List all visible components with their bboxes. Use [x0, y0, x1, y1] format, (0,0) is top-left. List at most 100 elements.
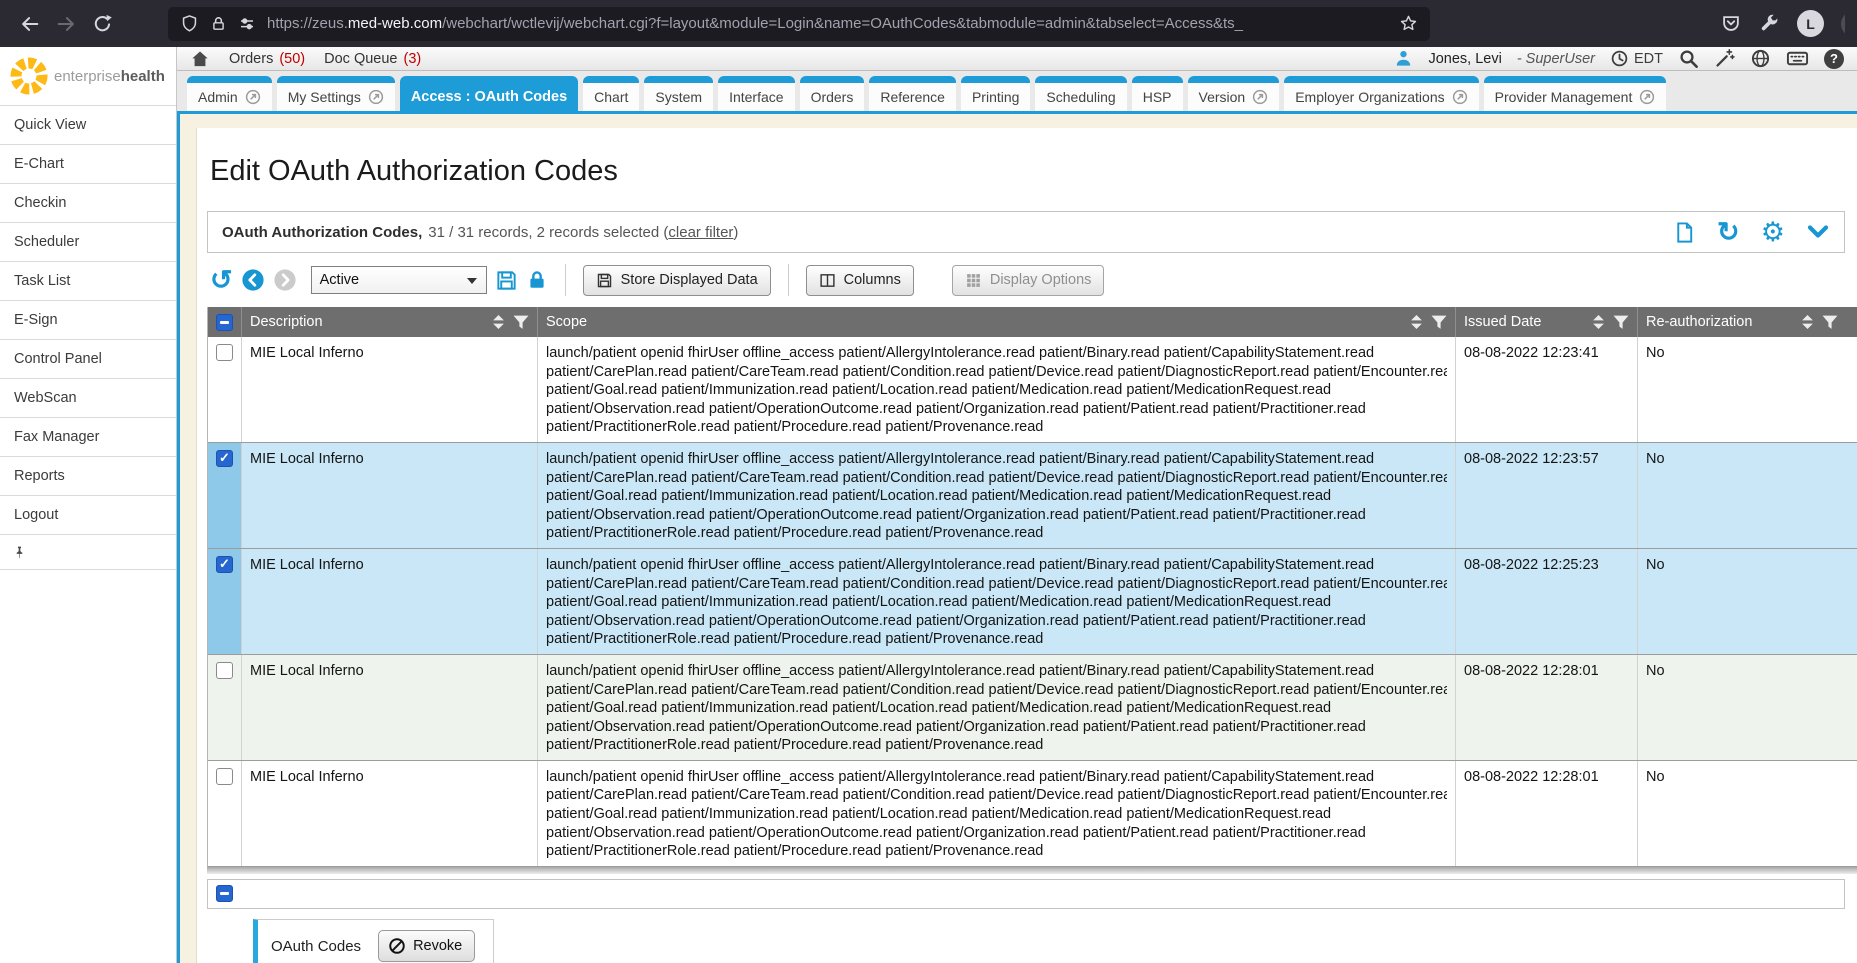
column-header-re-authorization[interactable]: Re-authorization	[1637, 307, 1857, 337]
browser-back-button[interactable]	[12, 7, 48, 41]
filter-icon[interactable]	[1431, 315, 1447, 330]
status-filter-select[interactable]: Active	[311, 266, 487, 294]
sidebar-item-fax-manager[interactable]: Fax Manager	[0, 417, 176, 456]
sidebar-item-webscan[interactable]: WebScan	[0, 378, 176, 417]
row-checkbox[interactable]	[216, 768, 233, 785]
tab-admin[interactable]: Admin	[187, 76, 272, 111]
collapse-chevron-icon[interactable]	[1806, 220, 1830, 244]
gear-icon[interactable]	[1761, 219, 1785, 246]
address-bar[interactable]: https://zeus.med-web.com/webchart/wctlev…	[168, 7, 1430, 41]
sidebar-item-e-sign[interactable]: E-Sign	[0, 300, 176, 339]
tab-reference[interactable]: Reference	[869, 76, 956, 111]
tab-scheduling[interactable]: Scheduling	[1035, 76, 1126, 111]
tab-system[interactable]: System	[644, 76, 713, 111]
scope-line: patient/Goal.read patient/Immunization.r…	[546, 699, 1447, 718]
cell-re-authorization: No	[1637, 337, 1857, 442]
cell-issued-date: 08-08-2022 12:23:41	[1455, 337, 1637, 442]
bookmark-star-icon[interactable]	[1399, 14, 1418, 33]
sidebar-pin-row[interactable]	[0, 534, 176, 570]
tab-printing[interactable]: Printing	[961, 76, 1030, 111]
keyboard-icon[interactable]	[1786, 47, 1809, 70]
clock-icon	[1610, 49, 1629, 68]
cell-description: MIE Local Inferno	[241, 655, 537, 760]
refresh-icon[interactable]	[1717, 219, 1740, 246]
tab-access-oauth-codes[interactable]: Access : OAuth Codes	[400, 76, 578, 111]
user-name[interactable]: Jones, Levi	[1428, 51, 1501, 67]
save-filter-icon[interactable]	[495, 269, 518, 292]
tab-my-settings[interactable]: My Settings	[277, 76, 395, 111]
filter-icon[interactable]	[1822, 315, 1838, 330]
nav-orders[interactable]: Orders(50)	[229, 51, 305, 67]
pocket-icon[interactable]	[1720, 13, 1742, 35]
footer-select-all-checkbox[interactable]	[216, 885, 233, 902]
page-back-icon[interactable]	[241, 268, 265, 292]
permissions-icon[interactable]	[238, 15, 256, 33]
lock-filter-icon[interactable]	[526, 269, 548, 291]
columns-button[interactable]: Columns	[806, 265, 914, 296]
sort-icon[interactable]	[493, 315, 504, 329]
sort-icon[interactable]	[1802, 315, 1813, 329]
wrench-icon[interactable]	[1759, 13, 1780, 34]
search-icon[interactable]	[1678, 48, 1699, 69]
sidebar-item-e-chart[interactable]: E-Chart	[0, 144, 176, 183]
select-all-checkbox[interactable]	[216, 314, 233, 331]
revoke-button[interactable]: Revoke	[378, 930, 475, 962]
sidebar: enterprisehealth Quick View E-Chart Chec…	[0, 47, 177, 963]
tab-chart[interactable]: Chart	[583, 76, 639, 111]
tab-hsp[interactable]: HSP	[1132, 76, 1183, 111]
tab-bar: Admin My Settings Access : OAuth Codes C…	[177, 71, 1857, 114]
row-checkbox[interactable]	[216, 556, 233, 573]
tab-orders[interactable]: Orders	[800, 76, 865, 111]
sort-icon[interactable]	[1411, 315, 1422, 329]
column-header-issued-date[interactable]: Issued Date	[1455, 307, 1637, 337]
content-area: Edit OAuth Authorization Codes OAuth Aut…	[177, 114, 1857, 963]
row-checkbox[interactable]	[216, 344, 233, 361]
sidebar-item-reports[interactable]: Reports	[0, 456, 176, 495]
sidebar-item-task-list[interactable]: Task List	[0, 261, 176, 300]
undo-icon[interactable]	[210, 267, 233, 294]
browser-forward-button[interactable]	[48, 7, 84, 41]
scope-line: patient/CarePlan.read patient/CareTeam.r…	[546, 681, 1447, 700]
page-forward-icon[interactable]	[273, 268, 297, 292]
cell-scope: launch/patient openid fhirUser offline_a…	[537, 443, 1455, 548]
tab-version[interactable]: Version	[1188, 76, 1280, 111]
home-icon[interactable]	[190, 49, 210, 69]
help-icon[interactable]	[1824, 49, 1844, 69]
browser-reload-button[interactable]	[84, 7, 120, 41]
filter-icon[interactable]	[1613, 315, 1629, 330]
oauth-codes-tab[interactable]: OAuth Codes Revoke	[253, 919, 494, 963]
sidebar-item-checkin[interactable]: Checkin	[0, 183, 176, 222]
store-displayed-data-button[interactable]: Store Displayed Data	[583, 265, 771, 296]
timezone[interactable]: EDT	[1610, 49, 1663, 68]
nav-doc-queue[interactable]: Doc Queue(3)	[324, 51, 421, 67]
column-header-scope[interactable]: Scope	[537, 307, 1455, 337]
row-checkbox[interactable]	[216, 450, 233, 467]
sidebar-item-control-panel[interactable]: Control Panel	[0, 339, 176, 378]
scope-line: patient/PractitionerRole.read patient/Pr…	[546, 418, 1447, 437]
table-scrollbar[interactable]	[207, 867, 1857, 874]
https-lock-icon[interactable]	[210, 15, 227, 32]
cell-description: MIE Local Inferno	[241, 443, 537, 548]
tab-interface[interactable]: Interface	[718, 76, 794, 111]
display-options-button[interactable]: Display Options	[952, 265, 1105, 296]
browser-profile-avatar[interactable]: L	[1797, 10, 1824, 37]
column-header-description[interactable]: Description	[241, 307, 537, 337]
row-checkbox[interactable]	[216, 662, 233, 679]
oauth-codes-tab-label: OAuth Codes	[271, 938, 361, 955]
sort-icon[interactable]	[1593, 315, 1604, 329]
wand-icon[interactable]	[1714, 48, 1735, 69]
cell-re-authorization: No	[1637, 655, 1857, 760]
tab-provider-management[interactable]: Provider Management	[1484, 76, 1667, 111]
scope-line: patient/PractitionerRole.read patient/Pr…	[546, 736, 1447, 755]
sidebar-item-quick-view[interactable]: Quick View	[0, 105, 176, 144]
clear-filter-link[interactable]: clear filter	[668, 224, 733, 241]
new-document-icon[interactable]	[1673, 221, 1696, 244]
tab-employer-organizations[interactable]: Employer Organizations	[1284, 76, 1478, 111]
globe-icon[interactable]	[1750, 48, 1771, 69]
sidebar-item-logout[interactable]: Logout	[0, 495, 176, 534]
cell-re-authorization: No	[1637, 761, 1857, 866]
filter-icon[interactable]	[513, 315, 529, 330]
scope-line: patient/Goal.read patient/Immunization.r…	[546, 487, 1447, 506]
site-security-shield-icon[interactable]	[180, 14, 199, 33]
sidebar-item-scheduler[interactable]: Scheduler	[0, 222, 176, 261]
